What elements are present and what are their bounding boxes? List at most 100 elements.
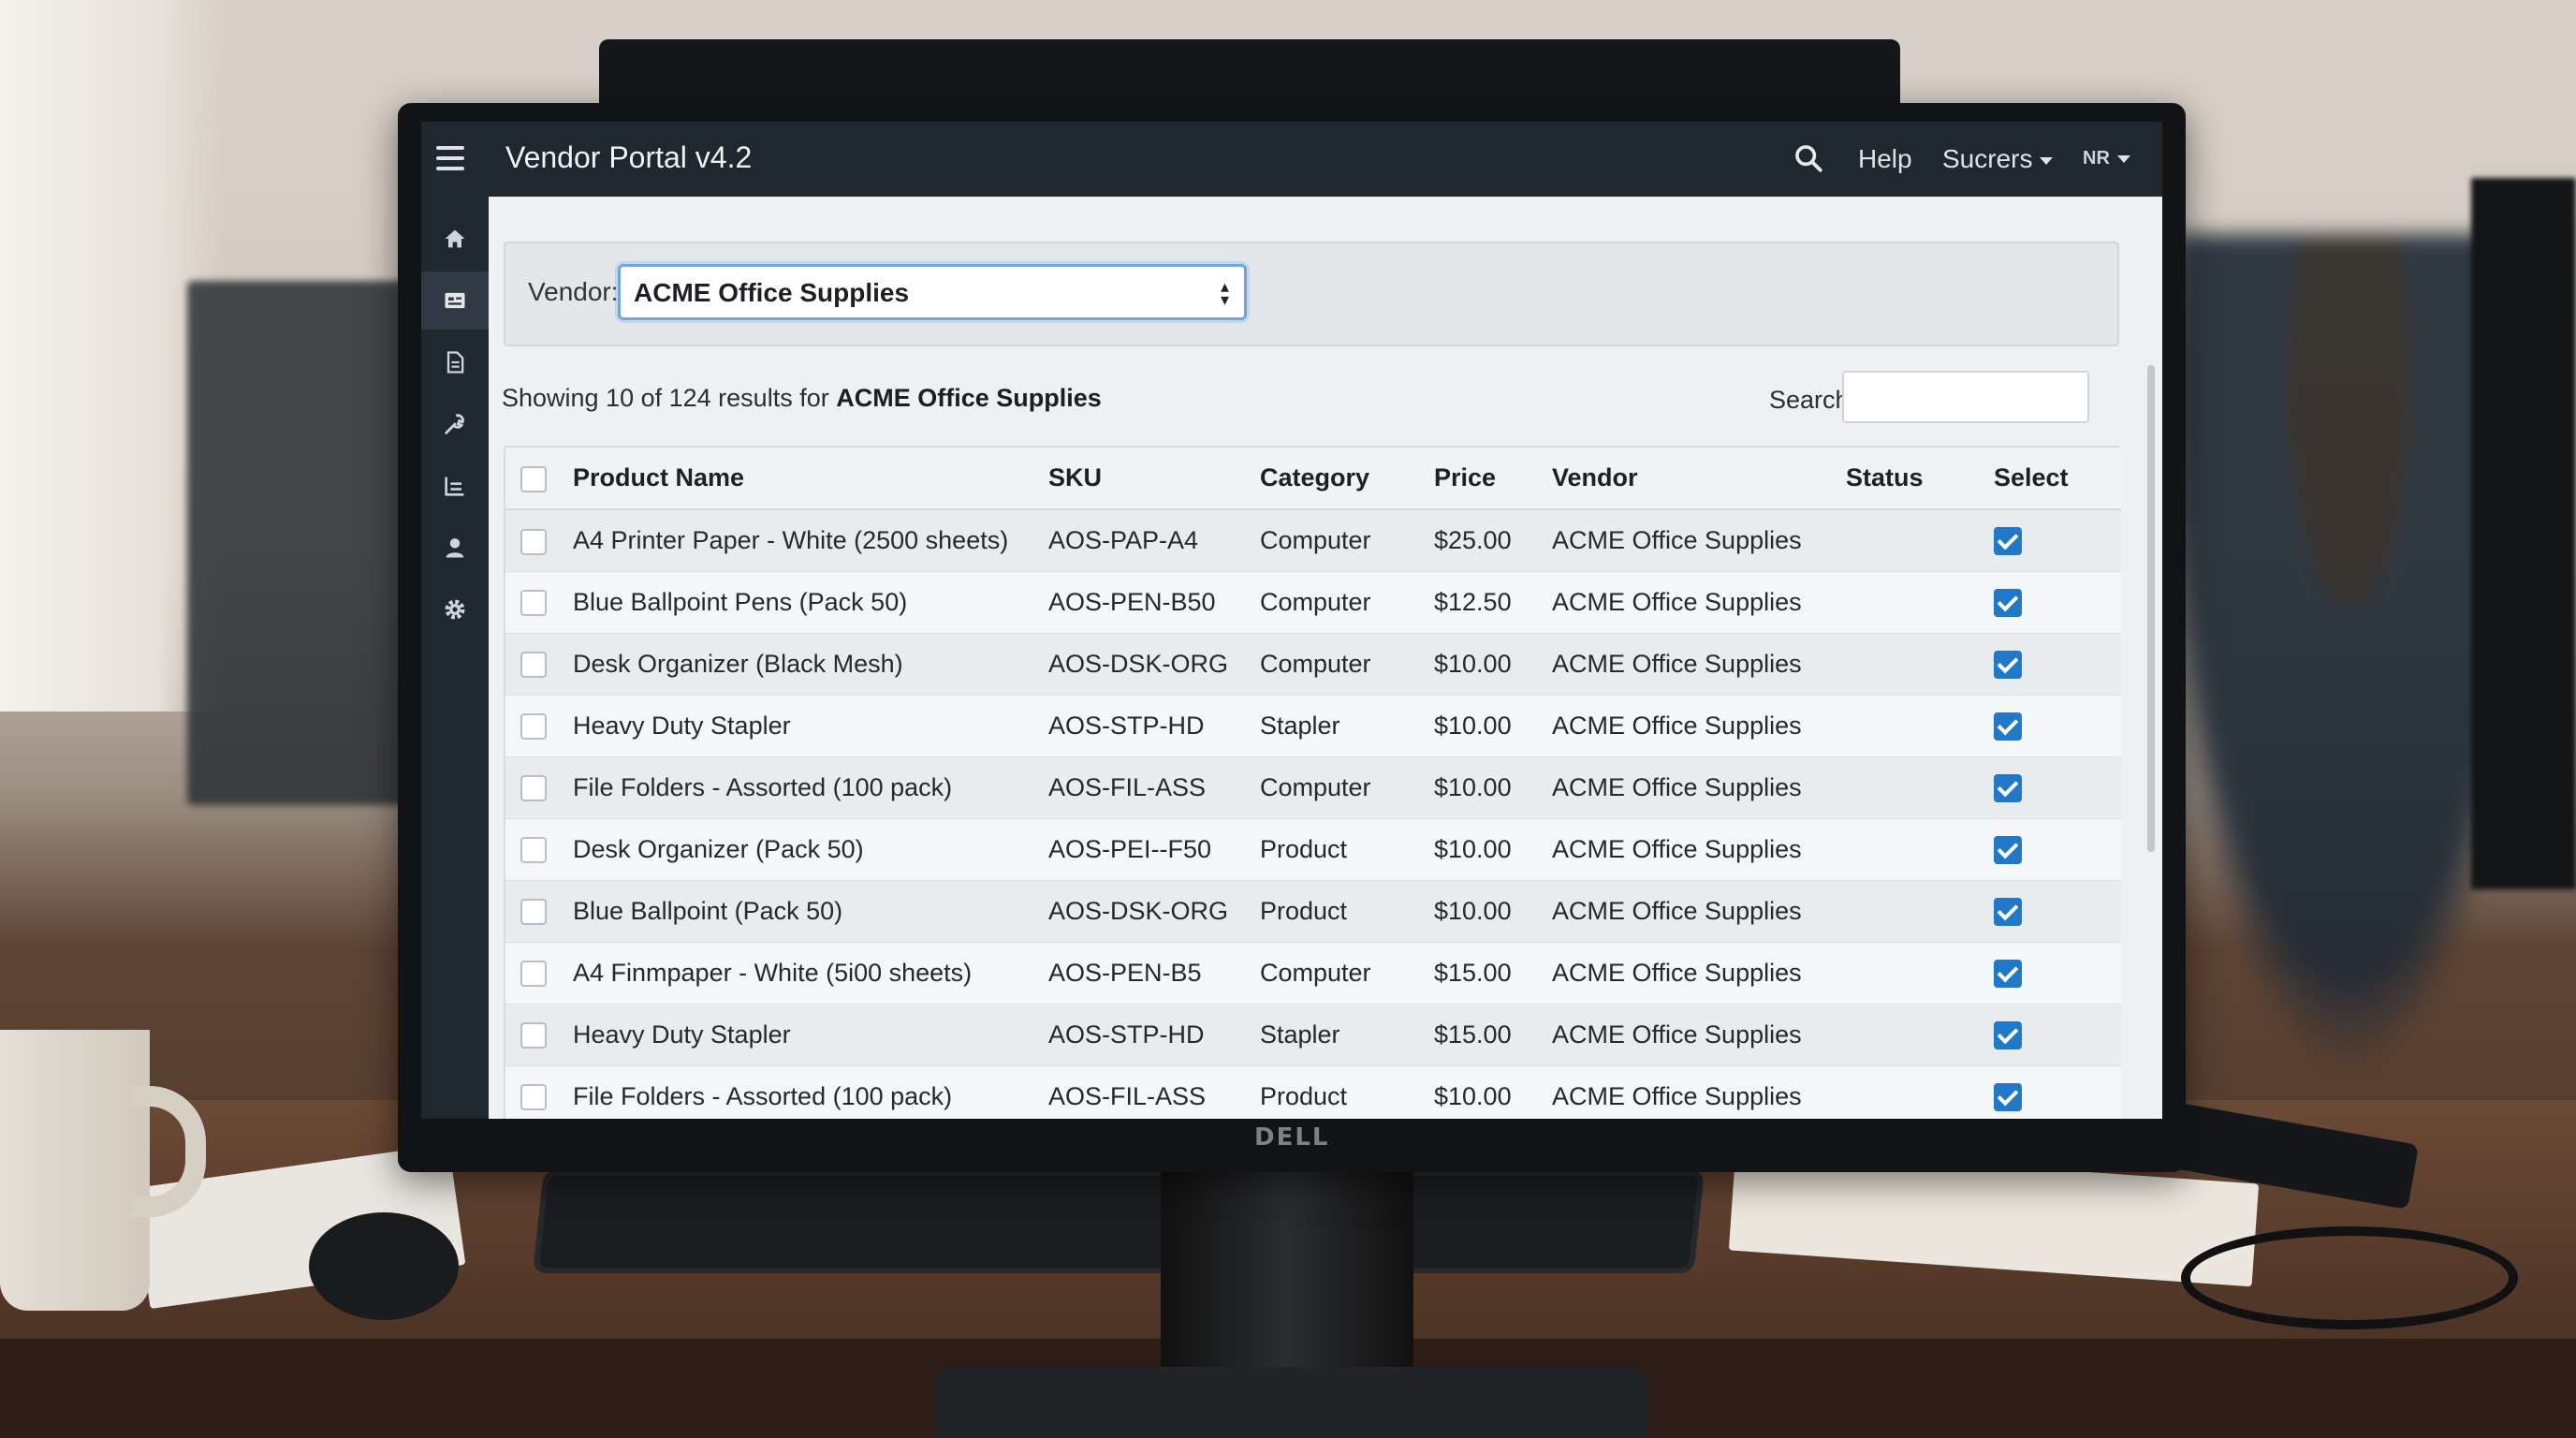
products-table: Product Name SKU Category Price Vendor S…: [504, 446, 2121, 1119]
column-header-select[interactable]: Select: [1994, 448, 2121, 510]
cell-sku: AOS-DSK-ORG: [1048, 649, 1229, 678]
table-row[interactable]: A4 Finmpaper - White (5i00 sheets) AOS-PE…: [505, 942, 2121, 1004]
row-checkbox-cell: [505, 756, 573, 818]
sidebar-item-reports[interactable]: [421, 457, 489, 515]
cell-status: [1846, 633, 1994, 695]
cell-price: $10.00: [1434, 711, 1512, 740]
cell-vendor: ACME Office Supplies: [1552, 587, 1802, 616]
cell-price: $10.00: [1434, 772, 1512, 801]
cell-vendor: ACME Office Supplies: [1552, 1020, 1802, 1049]
cell-category: Stapler: [1260, 1020, 1340, 1049]
select-all-checkbox[interactable]: [520, 465, 547, 492]
cell-price: $10.00: [1434, 896, 1512, 925]
cell-category: Stapler: [1260, 711, 1340, 740]
row-checkbox[interactable]: [520, 1022, 547, 1049]
row-checkbox-cell: [505, 818, 573, 880]
column-header-sku[interactable]: SKU: [1048, 448, 1260, 510]
chevron-down-icon: [2040, 156, 2054, 165]
search-input[interactable]: [1842, 371, 2089, 423]
cell-sku: AOS-FIL-ASS: [1048, 1081, 1207, 1110]
row-checkbox[interactable]: [520, 713, 547, 741]
row-checkbox[interactable]: [520, 652, 547, 679]
cell-sku: AOS-FIL-ASS: [1048, 772, 1207, 801]
select-checkbox-checked[interactable]: [1994, 897, 2022, 926]
select-checkbox-checked[interactable]: [1994, 588, 2022, 617]
column-header-category[interactable]: Category: [1260, 448, 1434, 510]
column-header-status[interactable]: Status: [1846, 448, 1994, 510]
sidebar-item-documents[interactable]: [421, 333, 489, 391]
row-checkbox[interactable]: [520, 528, 547, 555]
sidebar-item-users[interactable]: [421, 519, 489, 577]
row-checkbox-cell: [505, 633, 573, 695]
row-checkbox[interactable]: [520, 837, 547, 864]
row-checkbox[interactable]: [520, 899, 547, 926]
column-header-vendor[interactable]: Vendor: [1552, 448, 1846, 510]
select-checkbox-checked[interactable]: [1994, 959, 2022, 988]
sidebar-item-settings[interactable]: [421, 580, 489, 638]
scrollbar[interactable]: [2147, 365, 2155, 852]
users-menu[interactable]: Sucrers: [1942, 144, 2054, 174]
vendor-select[interactable]: ACME Office Supplies ▴ ▾: [618, 264, 1247, 320]
cell-product: Desk Organizer (Pack 50): [573, 834, 864, 863]
column-header-price[interactable]: Price: [1434, 448, 1552, 510]
help-link[interactable]: Help: [1858, 144, 1912, 174]
row-checkbox[interactable]: [520, 1084, 547, 1111]
side-monitor: [2471, 178, 2576, 889]
background-shelf: [187, 281, 431, 805]
cell-vendor: ACME Office Supplies: [1552, 896, 1802, 925]
mouse: [309, 1212, 459, 1320]
select-checkbox-checked[interactable]: [1994, 1082, 2022, 1111]
results-summary-vendor: ACME Office Supplies: [836, 384, 1102, 412]
table-row[interactable]: A4 Printer Paper - White (2500 sheets) AO…: [505, 509, 2121, 571]
row-checkbox[interactable]: [520, 961, 547, 988]
select-checkbox-checked[interactable]: [1994, 527, 2022, 556]
app-title: Vendor Portal v4.2: [505, 140, 753, 174]
table-row[interactable]: Heavy Duty Stapler AOS-STP-HD Stapler $10.0…: [505, 695, 2121, 756]
user-account-menu[interactable]: NR: [2083, 148, 2130, 169]
cell-price: $25.00: [1434, 525, 1512, 554]
cell-sku: AOS-PEN-B50: [1048, 587, 1216, 616]
table-row[interactable]: Desk Organizer (Black Mesh) AOS-DSK-ORG Co…: [505, 633, 2121, 695]
sidebar-item-catalog[interactable]: [421, 271, 489, 330]
cell-product: A4 Finmpaper - White (5i00 sheets): [573, 958, 973, 987]
row-checkbox[interactable]: [520, 590, 547, 617]
select-checkbox-checked[interactable]: [1994, 712, 2022, 741]
row-checkbox-cell: [505, 695, 573, 756]
cell-select: [1994, 633, 2121, 695]
cell-category: Product: [1260, 896, 1348, 925]
cell-select: [1994, 571, 2121, 633]
cell-category: Computer: [1260, 525, 1371, 554]
table-row[interactable]: Heavy Duty Stapler AOS-STP-HD Stapler $15.0…: [505, 1004, 2121, 1065]
cell-select: [1994, 1004, 2121, 1065]
table-row[interactable]: Blue Ballpoint Pens (Pack 50) AOS-PEN-B50…: [505, 571, 2121, 633]
column-header-product[interactable]: Product Name: [573, 448, 1048, 510]
select-arrows-icon: ▴ ▾: [1220, 277, 1229, 309]
user-initials: NR: [2083, 148, 2110, 169]
table-row[interactable]: File Folders - Assorted (100 pack) AOS-FI…: [505, 756, 2121, 818]
cell-select: [1994, 756, 2121, 818]
sidebar-item-home[interactable]: [421, 210, 489, 268]
search-icon[interactable]: [1793, 142, 1830, 180]
row-checkbox-cell: [505, 1004, 573, 1065]
cell-category: Product: [1260, 834, 1348, 863]
table-row[interactable]: Desk Organizer (Pack 50) AOS-PEI--F50 Prod…: [505, 818, 2121, 880]
select-checkbox-checked[interactable]: [1994, 1020, 2022, 1049]
hamburger-menu-icon[interactable]: [436, 146, 464, 170]
sidebar-item-tools[interactable]: [421, 395, 489, 453]
vendor-label: Vendor:: [528, 277, 619, 306]
table-row[interactable]: File Folders - Assorted (100 pack) AOS-FI…: [505, 1065, 2121, 1119]
screen: Vendor Portal v4.2 Help Sucrers NR Vendo…: [421, 122, 2162, 1119]
table-row[interactable]: Blue Ballpoint (Pack 50) AOS-DSK-ORG Produ…: [505, 880, 2121, 942]
select-checkbox-checked[interactable]: [1994, 773, 2022, 802]
cell-status: [1846, 880, 1994, 942]
select-checkbox-checked[interactable]: [1994, 835, 2022, 864]
select-all-cell: [505, 448, 573, 510]
cell-status: [1846, 818, 1994, 880]
select-checkbox-checked[interactable]: [1994, 650, 2022, 679]
cell-vendor: ACME Office Supplies: [1552, 525, 1802, 554]
cell-price: $12.50: [1434, 587, 1512, 616]
row-checkbox[interactable]: [520, 775, 547, 802]
cell-category: Computer: [1260, 958, 1371, 987]
top-navbar: Vendor Portal v4.2 Help Sucrers NR: [421, 122, 2162, 197]
cell-category: Computer: [1260, 587, 1371, 616]
